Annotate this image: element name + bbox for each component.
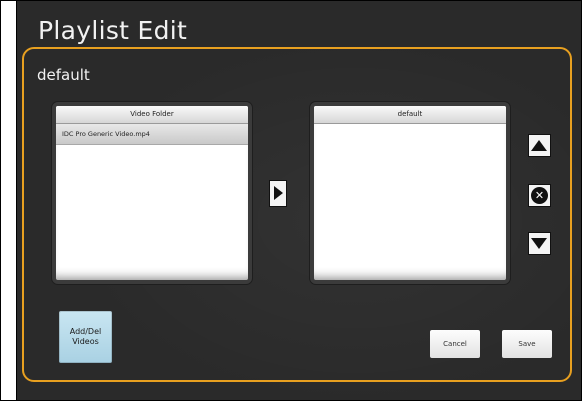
add-del-label-line2: Videos <box>72 337 99 346</box>
video-folder-list[interactable]: Video Folder IDC Pro Generic Video.mp4 <box>52 102 252 284</box>
cancel-button[interactable]: Cancel <box>430 330 480 358</box>
x-circle-icon: ✕ <box>531 187 548 204</box>
left-sidebar-strip <box>1 1 17 400</box>
video-folder-header: Video Folder <box>56 106 248 124</box>
list-item[interactable]: IDC Pro Generic Video.mp4 <box>56 124 248 145</box>
page-title: Playlist Edit <box>38 16 188 45</box>
move-up-button[interactable] <box>528 134 551 157</box>
remove-button[interactable]: ✕ <box>528 184 551 207</box>
triangle-up-icon <box>531 140 547 151</box>
playlist-list-header: default <box>314 106 506 124</box>
playlist-name-label: default <box>37 66 90 84</box>
triangle-right-icon <box>274 186 283 200</box>
playlist-list[interactable]: default <box>310 102 510 284</box>
add-del-videos-button[interactable]: Add/Del Videos <box>59 311 112 363</box>
save-button[interactable]: Save <box>502 330 552 358</box>
triangle-down-icon <box>531 238 547 249</box>
add-del-label-line1: Add/Del <box>69 327 102 336</box>
add-to-playlist-button[interactable] <box>269 180 287 207</box>
move-down-button[interactable] <box>528 232 551 255</box>
